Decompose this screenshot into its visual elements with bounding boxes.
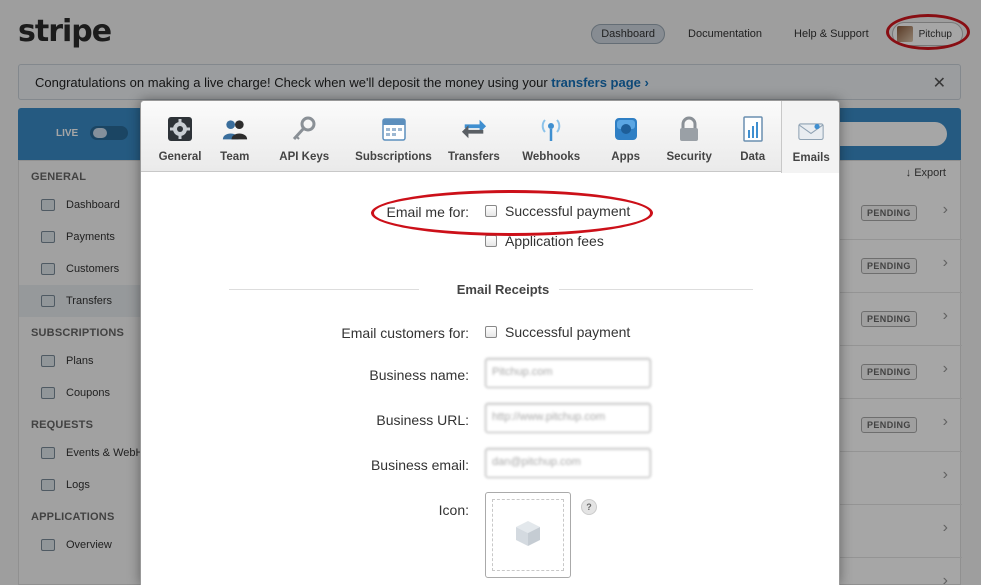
tab-label: Team	[220, 151, 250, 163]
calendar-icon	[381, 116, 407, 142]
tab-api-keys[interactable]: API Keys	[264, 101, 345, 172]
tab-label: Security	[666, 151, 712, 163]
customer-successful-payment-option[interactable]: Successful payment	[485, 324, 630, 340]
tab-label: Apps	[611, 151, 641, 163]
tab-apps[interactable]: Apps	[597, 101, 655, 172]
broadcast-icon	[538, 116, 564, 142]
arrows-icon	[461, 116, 487, 142]
tab-label: Transfers	[447, 151, 500, 163]
tab-general[interactable]: General	[154, 101, 206, 172]
business-name-label: Business name:	[369, 367, 469, 383]
business-url-label: Business URL:	[376, 412, 469, 428]
business-email-label: Business email:	[370, 457, 469, 473]
business-email-field[interactable]: dan@pitchup.com	[485, 448, 651, 478]
apps-icon	[613, 116, 639, 142]
tab-security[interactable]: Security	[654, 101, 723, 172]
tab-subscriptions[interactable]: Subscriptions	[345, 101, 442, 172]
tab-team[interactable]: Team	[206, 101, 264, 172]
settings-modal: General Team API Keys Subscriptions Tran…	[140, 100, 840, 585]
tab-label: API Keys	[279, 151, 330, 163]
divider	[559, 289, 753, 290]
gear-icon	[167, 116, 193, 142]
tab-webhooks[interactable]: Webhooks	[506, 101, 597, 172]
highlight-ring	[371, 190, 653, 236]
settings-tabs: General Team API Keys Subscriptions Tran…	[141, 101, 839, 173]
icon-upload-area[interactable]	[485, 492, 571, 578]
customer-successful-payment-checkbox[interactable]	[485, 326, 497, 338]
tab-label: General	[158, 151, 202, 163]
email-customers-label: Email customers for:	[341, 325, 469, 341]
business-url-field[interactable]: http://www.pitchup.com	[485, 403, 651, 433]
envelope-icon	[798, 117, 824, 143]
tab-emails[interactable]: Emails	[781, 101, 839, 173]
tab-data[interactable]: Data	[724, 101, 782, 172]
chart-icon	[740, 116, 766, 142]
key-icon	[291, 116, 317, 142]
tab-label: Subscriptions	[355, 151, 432, 163]
email-receipts-heading: Email Receipts	[456, 282, 550, 297]
icon-label: Icon:	[438, 502, 469, 518]
tab-label: Data	[740, 151, 766, 163]
tab-transfers[interactable]: Transfers	[442, 101, 506, 172]
cube-icon	[513, 518, 543, 553]
divider	[229, 289, 419, 290]
team-icon	[222, 116, 248, 142]
tab-label: Emails	[792, 152, 830, 164]
application-fees-checkbox[interactable]	[485, 235, 497, 247]
lock-icon	[676, 116, 702, 142]
tab-label: Webhooks	[522, 151, 581, 163]
option-label: Successful payment	[505, 324, 631, 340]
help-icon[interactable]: ?	[581, 499, 597, 515]
icon-dropzone	[492, 499, 564, 571]
business-name-field[interactable]: Pitchup.com	[485, 358, 651, 388]
